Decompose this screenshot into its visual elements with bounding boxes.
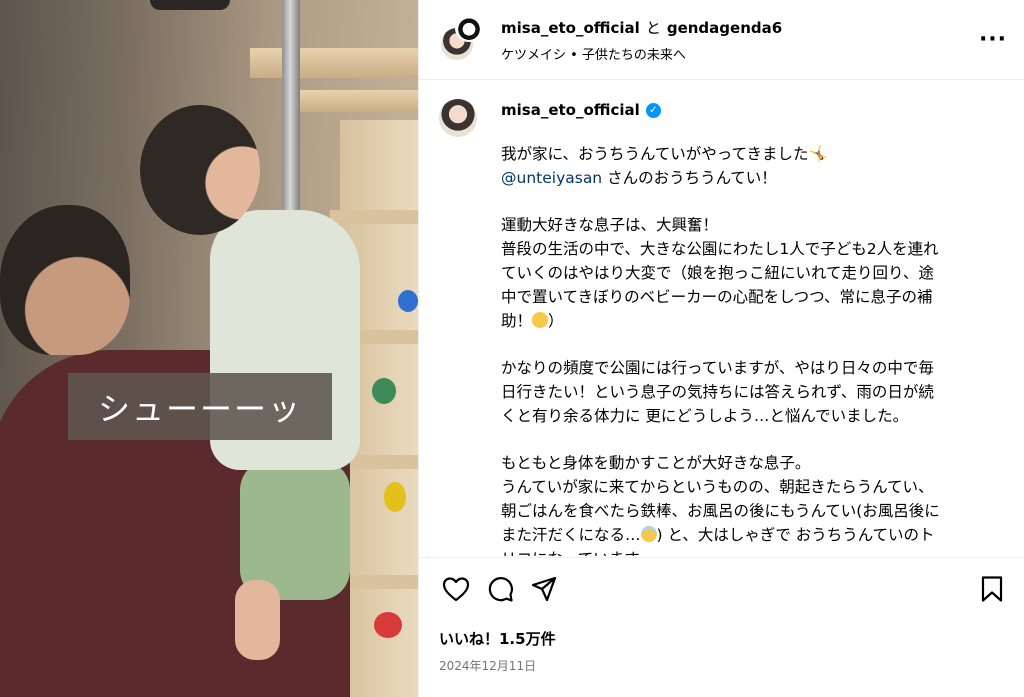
mention-link[interactable]: @unteiyasan [501,169,602,187]
ceiling-light [150,0,230,10]
comment-icon[interactable] [483,572,517,606]
caption-paragraph-tail: ） [548,311,564,330]
share-icon[interactable] [527,572,561,606]
verified-badge-icon: ✓ [645,102,661,118]
action-icon-row [439,572,1009,606]
post-header: misa_eto_official と gendagenda6 ケツメイシ • 子供… [419,0,1024,80]
owner-username-link[interactable]: misa_eto_official [501,19,640,37]
instagram-post-view: シューーーッ misa_eto_official と gendagenda6 ケツメ… [0,0,1024,697]
bookmark-icon[interactable] [975,572,1009,606]
collab-avatars[interactable] [439,13,487,64]
likes-count[interactable]: いいね！1.5万件 [439,628,1009,649]
avatar[interactable] [455,13,483,42]
heart-icon[interactable] [439,572,473,606]
caption-text: 我が家に、おうちうんていがやってきました🤸 @unteiyasan さんのおうち… [501,143,1005,556]
caption-line: 我が家に、おうちうんていがやってきました🤸 [501,145,828,163]
caption-paragraph: 運動大好きな息子は、大興奮！ 普段の生活の中で、大きな公園にわたし1人で子ども2… [501,216,939,330]
comments-area[interactable]: misa_eto_official ✓ 我が家に、おうちうんていがやってきました… [419,81,1024,556]
caption-line: さんのおうちうんてい！ [602,168,777,187]
audio-link[interactable]: ケツメイシ • 子供たちの未来へ [501,44,978,63]
header-text: misa_eto_official と gendagenda6 ケツメイシ • 子供… [501,17,978,63]
post-video[interactable]: シューーーッ [0,0,418,697]
header-usernames: misa_eto_official と gendagenda6 [501,17,978,38]
avatar[interactable] [439,99,477,137]
post-actions: いいね！1.5万件 2024年12月11日 [419,557,1024,697]
climbing-hold [398,290,418,312]
and-text: と [645,18,661,37]
collaborator-username-link[interactable]: gendagenda6 [667,19,782,37]
post-date[interactable]: 2024年12月11日 [439,657,1009,674]
more-options-button[interactable]: ··· [978,25,1008,55]
caption-username: misa_eto_official ✓ [501,97,1005,123]
climbing-hold [384,482,406,512]
post-side-panel: misa_eto_official と gendagenda6 ケツメイシ • 子供… [418,0,1024,697]
angel-emoji-icon [640,525,657,542]
caption-body: misa_eto_official ✓ 我が家に、おうちうんていがやってきました… [501,97,1005,556]
monkey-bar-frame [250,48,418,78]
caption-paragraph: かなりの頻度で公園には行っていますが、やはり日々の中で毎 日行きたい！という息子… [501,359,934,425]
video-caption-overlay: シューーーッ [68,373,332,440]
laughing-emoji-icon [532,311,549,328]
post-caption: misa_eto_official ✓ 我が家に、おうちうんていがやってきました… [439,97,1005,556]
caption-username-link[interactable]: misa_eto_official [501,101,640,119]
